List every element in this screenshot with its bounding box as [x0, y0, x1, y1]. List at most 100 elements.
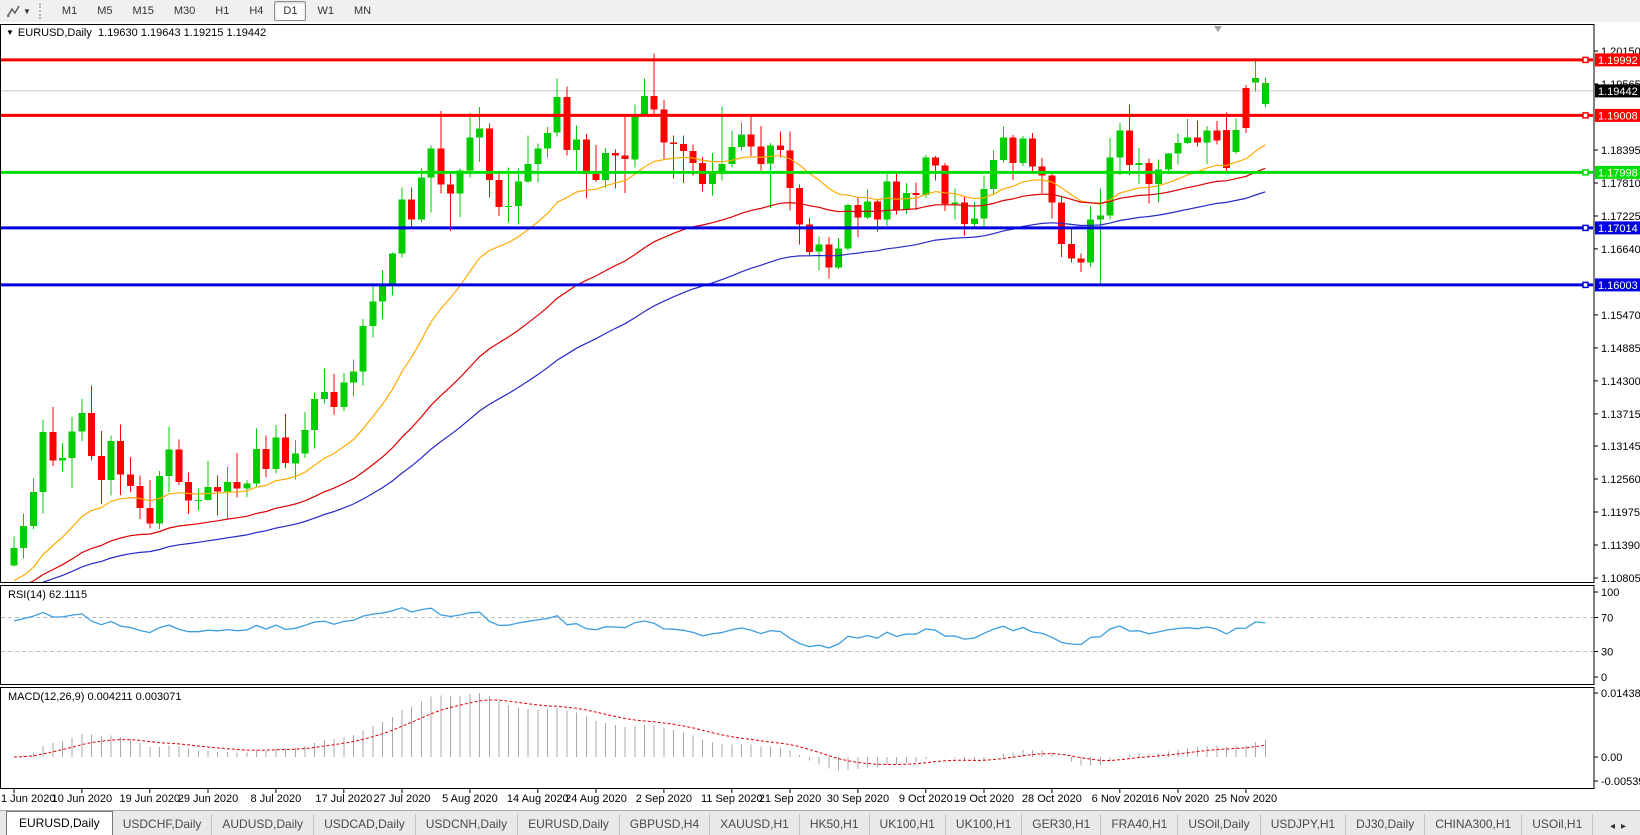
- svg-text:0.014384: 0.014384: [1601, 688, 1640, 700]
- svg-text:1.11390: 1.11390: [1601, 540, 1640, 552]
- chart-tab[interactable]: EURUSD,Daily: [6, 811, 113, 835]
- tab-scroll-right-icon[interactable]: ▸: [1621, 821, 1632, 832]
- svg-text:10 Jun 2020: 10 Jun 2020: [52, 793, 113, 805]
- svg-text:1.15470: 1.15470: [1601, 310, 1640, 322]
- chart-tab[interactable]: GER30,H1: [1022, 814, 1101, 835]
- line-handle[interactable]: [1583, 282, 1588, 287]
- timeframe-button-MN[interactable]: MN: [345, 1, 380, 21]
- timeframe-button-H1[interactable]: H1: [206, 1, 238, 21]
- rsi-name: RSI(14): [8, 589, 46, 601]
- svg-text:24 Aug 2020: 24 Aug 2020: [565, 793, 627, 805]
- chart-tab-bar: EURUSD,DailyUSDCHF,DailyAUDUSD,DailyUSDC…: [0, 810, 1640, 835]
- timeframe-button-H4[interactable]: H4: [240, 1, 272, 21]
- price-tag: 1.19992: [1595, 53, 1640, 67]
- svg-text:28 Oct 2020: 28 Oct 2020: [1022, 793, 1082, 805]
- rsi-indicator-label: RSI(14) 62.1115: [8, 589, 87, 601]
- chart-tab[interactable]: USDCAD,Daily: [314, 814, 416, 835]
- timeframe-button-D1[interactable]: D1: [274, 1, 306, 21]
- chart-tab[interactable]: EURUSD,Daily: [518, 814, 620, 835]
- timeframe-toolbar: ▼ M1M5M15M30H1H4D1W1MN: [0, 0, 1640, 23]
- tab-scroll-left-icon[interactable]: ◂: [1610, 821, 1621, 832]
- svg-text:6 Nov 2020: 6 Nov 2020: [1092, 793, 1148, 805]
- timeframe-button-M5[interactable]: M5: [88, 1, 121, 21]
- svg-text:8 Jul 2020: 8 Jul 2020: [251, 793, 302, 805]
- svg-text:16 Nov 2020: 16 Nov 2020: [1147, 793, 1209, 805]
- chart-tab[interactable]: DJ30,Daily: [1346, 814, 1425, 835]
- price-tag: 1.17014: [1595, 221, 1640, 235]
- tab-scroll-arrows: ◂▸: [1606, 821, 1640, 835]
- svg-text:1.17225: 1.17225: [1601, 211, 1640, 223]
- svg-text:1.10805: 1.10805: [1601, 573, 1640, 585]
- chart-tab[interactable]: USDCHF,Daily: [113, 814, 213, 835]
- price-tag: 1.19008: [1595, 109, 1640, 123]
- chart-tab[interactable]: USOil,Daily: [1178, 814, 1260, 835]
- chart-tab[interactable]: UK100,H1: [946, 814, 1022, 835]
- svg-text:19 Jun 2020: 19 Jun 2020: [120, 793, 181, 805]
- svg-text:0.00: 0.00: [1601, 752, 1622, 764]
- panel-frames: [1, 25, 1595, 789]
- svg-text:0: 0: [1601, 672, 1607, 684]
- timeframe-button-M15[interactable]: M15: [123, 1, 162, 21]
- svg-text:1.18395: 1.18395: [1601, 145, 1640, 157]
- symbol-dropdown-icon[interactable]: ▼: [6, 28, 14, 37]
- chart-title: ▼ EURUSD,Daily 1.19630 1.19643 1.19215 1.…: [6, 27, 266, 39]
- line-handle[interactable]: [1583, 57, 1588, 62]
- svg-text:100: 100: [1601, 587, 1619, 599]
- svg-text:5 Aug 2020: 5 Aug 2020: [442, 793, 498, 805]
- svg-text:29 Jun 2020: 29 Jun 2020: [178, 793, 239, 805]
- svg-text:30 Sep 2020: 30 Sep 2020: [827, 793, 889, 805]
- chart-tab[interactable]: FRA40,H1: [1101, 814, 1178, 835]
- chart-symbol-label: EURUSD,Daily: [18, 27, 92, 39]
- terminal-window: ▼ M1M5M15M30H1H4D1W1MN 1.201501.195651.1…: [0, 0, 1640, 835]
- svg-text:30: 30: [1601, 647, 1613, 659]
- svg-text:1.13715: 1.13715: [1601, 409, 1640, 421]
- svg-text:11 Sep 2020: 11 Sep 2020: [701, 793, 763, 805]
- price-tag: 1.17998: [1595, 166, 1640, 180]
- timeframe-button-W1[interactable]: W1: [308, 1, 343, 21]
- svg-text:21 Sep 2020: 21 Sep 2020: [759, 793, 821, 805]
- chart-canvas[interactable]: 1.201501.195651.183951.178101.172251.166…: [0, 22, 1640, 810]
- dropdown-caret-icon: ▼: [23, 7, 31, 16]
- line-handle[interactable]: [1583, 113, 1588, 118]
- svg-text:70: 70: [1601, 613, 1613, 625]
- svg-text:1.14885: 1.14885: [1601, 343, 1640, 355]
- svg-text:1.17998: 1.17998: [1598, 167, 1638, 179]
- svg-text:1.19008: 1.19008: [1598, 110, 1638, 122]
- chart-panel: 1.201501.195651.183951.178101.172251.166…: [0, 22, 1640, 810]
- price-tag: 1.19442: [1595, 84, 1640, 98]
- svg-text:1.19992: 1.19992: [1598, 55, 1638, 67]
- chart-tab[interactable]: CHINA300,H1: [1425, 814, 1522, 835]
- chart-tab[interactable]: GBPUSD,H4: [620, 814, 710, 835]
- chart-tab[interactable]: HK50,H1: [800, 814, 870, 835]
- chart-tab[interactable]: UK100,H1: [870, 814, 946, 835]
- svg-text:1 Jun 2020: 1 Jun 2020: [1, 793, 55, 805]
- svg-text:25 Nov 2020: 25 Nov 2020: [1215, 793, 1277, 805]
- svg-text:1.17810: 1.17810: [1601, 178, 1640, 190]
- macd-name: MACD(12,26,9): [8, 691, 84, 703]
- chart-tab[interactable]: AUDUSD,Daily: [212, 814, 314, 835]
- chart-tab[interactable]: USOil,H1: [1522, 814, 1593, 835]
- svg-text:2 Sep 2020: 2 Sep 2020: [636, 793, 692, 805]
- chart-tab[interactable]: XAUUSD,H1: [710, 814, 800, 835]
- chart-tab[interactable]: USDJPY,H1: [1261, 814, 1346, 835]
- svg-text:14 Aug 2020: 14 Aug 2020: [507, 793, 569, 805]
- svg-text:1.16640: 1.16640: [1601, 244, 1640, 256]
- svg-text:-0.005396: -0.005396: [1601, 776, 1640, 788]
- line-handle[interactable]: [1583, 225, 1588, 230]
- chart-ohlc-values: 1.19630 1.19643 1.19215 1.19442: [98, 27, 266, 39]
- macd-main-value: 0.004211: [87, 691, 132, 703]
- line-handle[interactable]: [1583, 170, 1588, 175]
- timeframe-button-M30[interactable]: M30: [165, 1, 204, 21]
- svg-text:1.17014: 1.17014: [1598, 223, 1638, 235]
- svg-text:1.11975: 1.11975: [1601, 507, 1640, 519]
- svg-text:1.14300: 1.14300: [1601, 376, 1640, 388]
- draw-tool-button[interactable]: ▼: [2, 3, 35, 19]
- svg-text:19 Oct 2020: 19 Oct 2020: [954, 793, 1014, 805]
- date-axis: 1 Jun 202010 Jun 2020 19 Jun 202029 Jun 2…: [1, 789, 1277, 806]
- svg-text:27 Jul 2020: 27 Jul 2020: [374, 793, 431, 805]
- chart-tab[interactable]: USDCNH,Daily: [416, 814, 518, 835]
- toolbar-grip[interactable]: [39, 3, 46, 19]
- timeframe-button-M1[interactable]: M1: [53, 1, 86, 21]
- rsi-value: 62.1115: [49, 589, 87, 601]
- price-tag: 1.16003: [1595, 278, 1640, 292]
